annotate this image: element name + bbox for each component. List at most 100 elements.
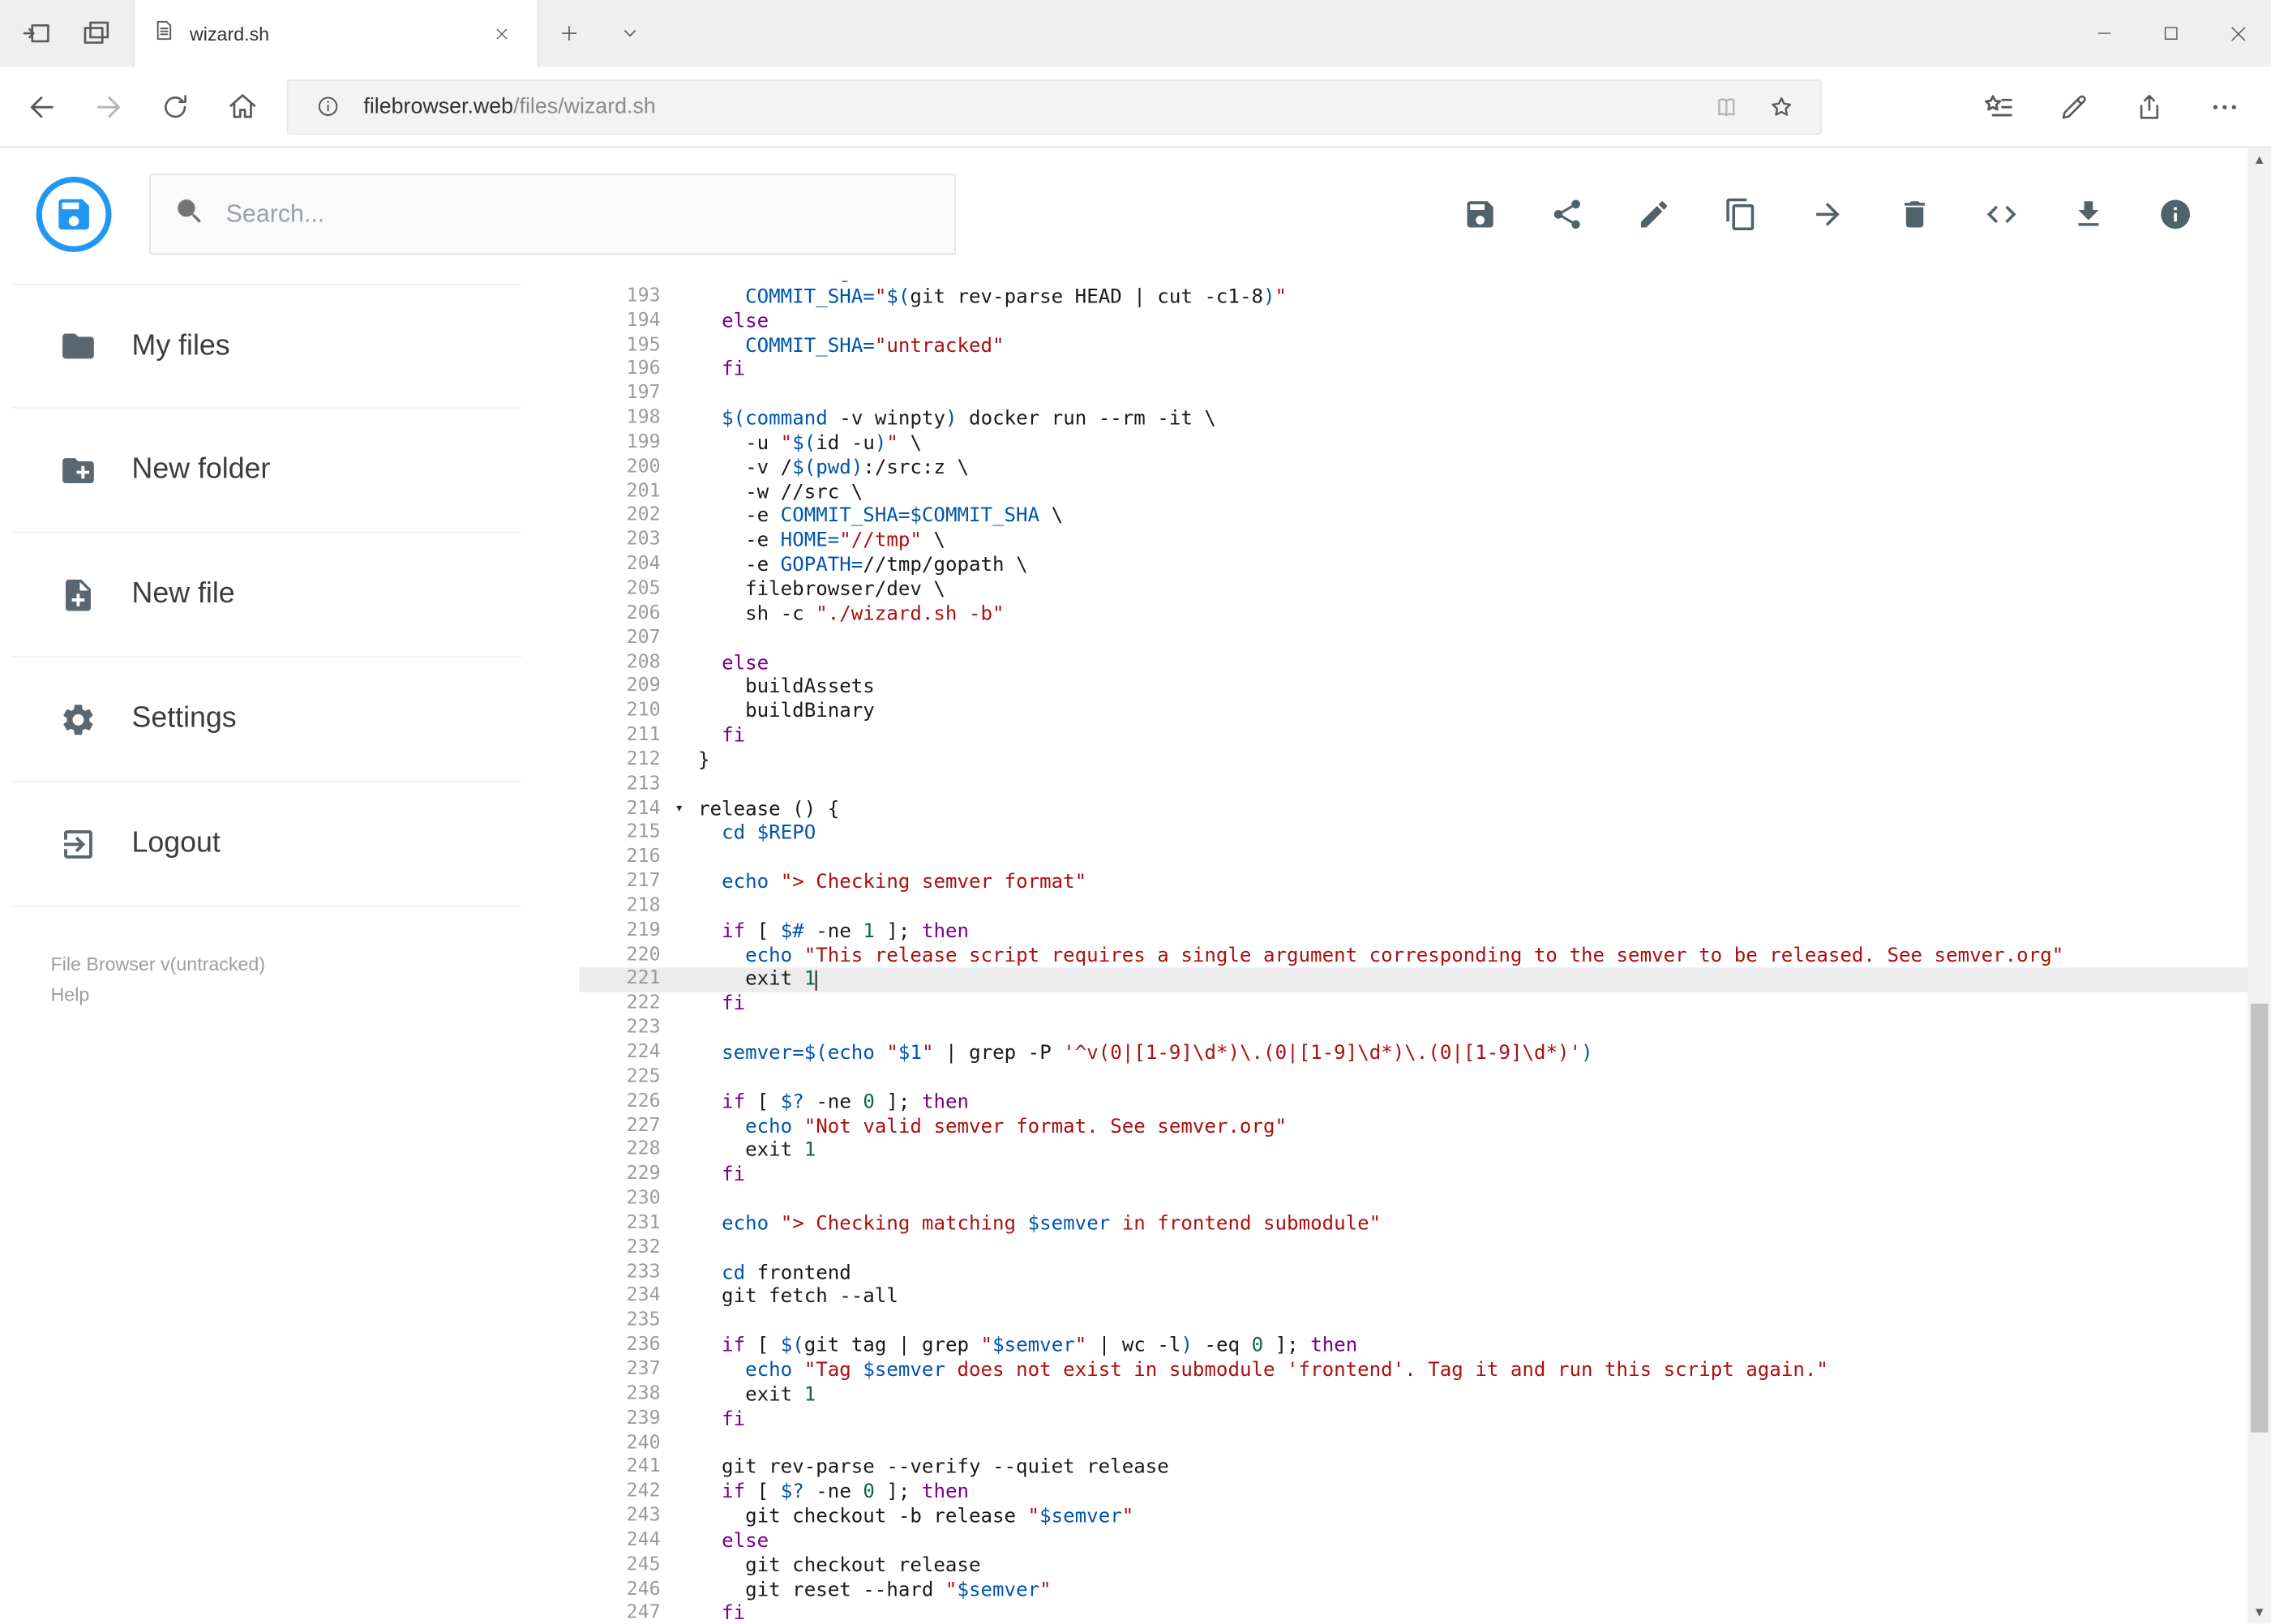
save-icon[interactable] — [1463, 197, 1498, 232]
scroll-down-icon[interactable]: ▼ — [2247, 1600, 2271, 1624]
code-line[interactable]: 225 — [580, 1065, 2271, 1090]
tabs-preview-icon[interactable] — [72, 9, 122, 58]
code-editor[interactable]: 192 if [ -d ".git" ]; then193 COMMIT_SHA… — [579, 281, 2271, 1623]
sidebar-item-my-files[interactable]: My files — [11, 284, 522, 409]
code-line[interactable]: 234 git fetch --all — [580, 1285, 2271, 1309]
code-line[interactable]: 217 echo "> Checking semver format" — [580, 871, 2271, 895]
code-line[interactable]: 222 fi — [580, 992, 2271, 1017]
code-line[interactable]: 206 sh -c "./wizard.sh -b" — [580, 602, 2271, 627]
code-line[interactable]: 242 if [ $? -ne 0 ]; then — [580, 1480, 2271, 1505]
code-line[interactable]: 246 git reset --hard "$semver" — [580, 1578, 2271, 1602]
info-icon[interactable] — [2158, 197, 2193, 232]
code-line[interactable]: 227 echo "Not valid semver format. See s… — [580, 1115, 2271, 1139]
fold-arrow-icon[interactable]: ▾ — [675, 797, 683, 821]
code-line[interactable]: 247 fi — [580, 1602, 2271, 1623]
tab-list-chevron-icon[interactable] — [600, 0, 661, 66]
code-line[interactable]: 228 exit 1 — [580, 1139, 2271, 1163]
web-note-pen-icon[interactable] — [2037, 73, 2112, 139]
code-line[interactable]: 221 exit 1 — [579, 968, 2271, 993]
code-brackets-icon[interactable] — [1984, 197, 2019, 232]
download-icon[interactable] — [2071, 197, 2106, 232]
code-line[interactable]: 218 — [580, 895, 2271, 919]
code-line[interactable]: 213 — [580, 773, 2271, 797]
favorite-star-icon[interactable] — [1754, 82, 1809, 131]
delete-trash-icon[interactable] — [1897, 197, 1932, 232]
code-line[interactable]: 232 — [580, 1236, 2271, 1261]
set-tabs-aside-icon[interactable] — [11, 9, 61, 58]
app-logo[interactable] — [36, 176, 112, 252]
code-line[interactable]: 207 — [580, 627, 2271, 651]
code-line[interactable]: 235 — [580, 1309, 2271, 1334]
sidebar-item-settings[interactable]: Settings — [11, 658, 522, 782]
code-line[interactable]: 210 buildBinary — [580, 700, 2271, 724]
search-box[interactable] — [148, 174, 956, 255]
code-line[interactable]: 233 cd frontend — [580, 1261, 2271, 1285]
maximize-button[interactable] — [2138, 0, 2205, 66]
code-line[interactable]: 229 fi — [580, 1163, 2271, 1188]
back-icon[interactable] — [9, 73, 75, 139]
code-line[interactable]: 239 fi — [580, 1408, 2271, 1432]
code-line[interactable]: 240 — [580, 1432, 2271, 1456]
favorites-hub-icon[interactable] — [1961, 73, 2037, 139]
code-line[interactable]: 204 -e GOPATH=//tmp/gopath \ — [580, 554, 2271, 578]
search-input[interactable] — [225, 199, 932, 229]
url-text[interactable]: filebrowser.web/files/wizard.sh — [363, 94, 1699, 118]
new-tab-button[interactable] — [539, 0, 600, 66]
code-line[interactable]: 230 — [580, 1188, 2271, 1212]
site-info-icon[interactable] — [300, 82, 355, 131]
code-line[interactable]: 194 else — [580, 310, 2271, 334]
code-line[interactable]: 212} — [580, 748, 2271, 773]
code-line[interactable]: 198 $(command -v winpty) docker run --rm… — [580, 407, 2271, 431]
code-line[interactable]: 195 COMMIT_SHA="untracked" — [580, 334, 2271, 358]
code-line[interactable]: 201 -w //src \ — [580, 480, 2271, 504]
code-line[interactable]: 237 echo "Tag $semver does not exist in … — [580, 1359, 2271, 1383]
sidebar-item-logout[interactable]: Logout — [11, 782, 522, 907]
forward-icon[interactable] — [75, 73, 142, 139]
refresh-icon[interactable] — [142, 73, 208, 139]
code-line[interactable]: 202 -e COMMIT_SHA=$COMMIT_SHA \ — [580, 504, 2271, 529]
page-scrollbar[interactable]: ▲ ▼ — [2247, 148, 2271, 1624]
edit-pencil-icon[interactable] — [1637, 197, 1672, 232]
move-arrow-icon[interactable] — [1810, 197, 1845, 232]
code-line[interactable]: 211 fi — [580, 724, 2271, 748]
code-line[interactable]: 241 git rev-parse --verify --quiet relea… — [580, 1456, 2271, 1480]
code-line[interactable]: 220 echo "This release script requires a… — [580, 944, 2271, 968]
reading-view-icon[interactable] — [1699, 82, 1754, 131]
code-line[interactable]: 244 else — [580, 1529, 2271, 1553]
close-window-button[interactable] — [2205, 0, 2271, 66]
sidebar-item-new-file[interactable]: New file — [11, 533, 522, 658]
code-line[interactable]: 245 git checkout release — [580, 1553, 2271, 1578]
code-line[interactable]: 223 — [580, 1017, 2271, 1041]
more-options-icon[interactable] — [2187, 73, 2262, 139]
code-line[interactable]: 216 — [580, 846, 2271, 871]
address-bar[interactable]: filebrowser.web/files/wizard.sh — [286, 79, 1823, 135]
code-line[interactable]: 224 semver=$(echo "$1" | grep -P '^v(0|[… — [580, 1041, 2271, 1065]
code-line[interactable]: 199 -u "$(id -u)" \ — [580, 431, 2271, 456]
share-icon[interactable] — [1549, 197, 1584, 232]
scrollbar-thumb[interactable] — [2250, 1003, 2269, 1432]
scroll-up-icon[interactable]: ▲ — [2247, 148, 2271, 171]
tab-close-icon[interactable] — [482, 15, 520, 52]
code-line[interactable]: 208 else — [580, 651, 2271, 675]
home-icon[interactable] — [208, 73, 275, 139]
code-line[interactable]: 209 buildAssets — [580, 675, 2271, 700]
code-line[interactable]: 203 -e HOME="//tmp" \ — [580, 529, 2271, 554]
code-line[interactable]: 205 filebrowser/dev \ — [580, 578, 2271, 602]
code-line[interactable]: 219 if [ $# -ne 1 ]; then — [580, 919, 2271, 944]
browser-tab[interactable]: wizard.sh — [133, 0, 539, 67]
sidebar-item-new-folder[interactable]: New folder — [11, 409, 522, 533]
code-line[interactable]: 243 git checkout -b release "$semver" — [580, 1505, 2271, 1529]
code-line[interactable]: 236 if [ $(git tag | grep "$semver" | wc… — [580, 1334, 2271, 1358]
code-line[interactable]: 193 COMMIT_SHA="$(git rev-parse HEAD | c… — [580, 285, 2271, 310]
code-line[interactable]: 238 exit 1 — [580, 1383, 2271, 1408]
copy-icon[interactable] — [1724, 197, 1759, 232]
code-line[interactable]: 196 fi — [580, 358, 2271, 383]
code-line[interactable]: 215 cd $REPO — [580, 822, 2271, 846]
minimize-button[interactable] — [2071, 0, 2137, 66]
code-line[interactable]: 226 if [ $? -ne 0 ]; then — [580, 1091, 2271, 1115]
help-link[interactable]: Help — [51, 980, 90, 1009]
code-line[interactable]: 214 ▾ release () { — [580, 797, 2271, 821]
code-line[interactable]: 200 -v /$(pwd):/src:z \ — [580, 456, 2271, 480]
share-page-icon[interactable] — [2111, 73, 2187, 139]
code-line[interactable]: 231 echo "> Checking matching $semver in… — [580, 1212, 2271, 1236]
